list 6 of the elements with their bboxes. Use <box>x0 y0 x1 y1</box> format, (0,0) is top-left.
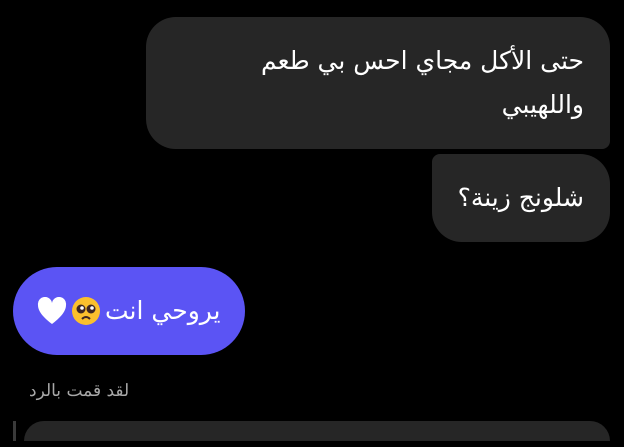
message-bubble: شلونج زينة؟ <box>432 154 610 242</box>
message-text: يروحي انت <box>105 295 221 328</box>
message-bubble: حتى الأكل مجاي احس بي طعم واللهيبي <box>146 17 610 149</box>
reply-label: لقد قمت بالرد <box>29 380 130 403</box>
pleading-face-icon <box>71 296 101 326</box>
heart-icon <box>37 297 67 325</box>
